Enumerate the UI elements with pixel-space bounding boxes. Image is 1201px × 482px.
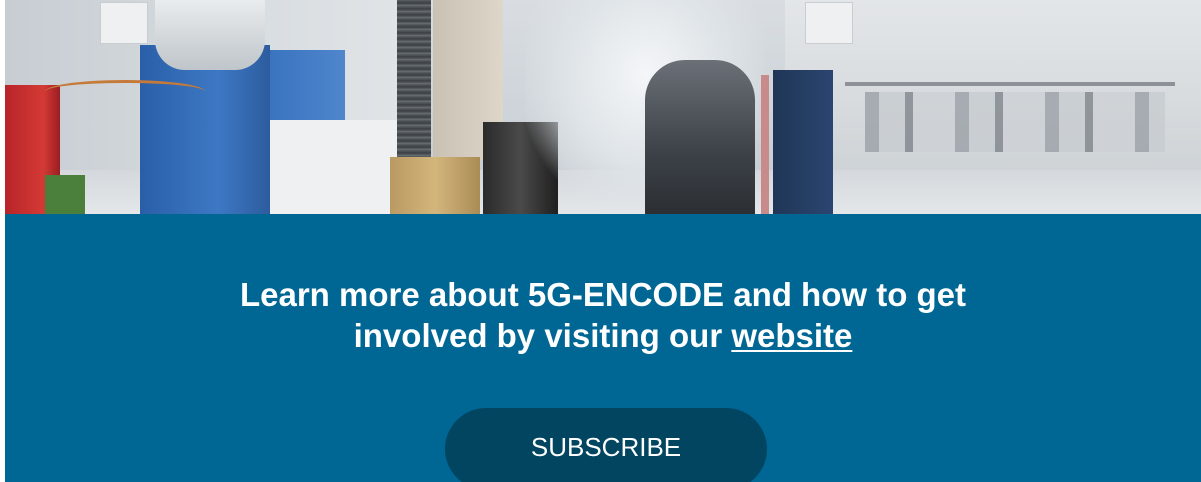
newsletter-footer: Learn more about 5G-ENCODE and how to ge… (5, 0, 1201, 482)
hero-metal-pole (397, 0, 431, 165)
cta-band: Learn more about 5G-ENCODE and how to ge… (5, 214, 1201, 482)
hero-person (645, 60, 755, 214)
hero-wood-block (390, 157, 480, 214)
cta-text-line1: Learn more about 5G-ENCODE and how to ge… (239, 276, 967, 313)
hero-robot-arm (155, 0, 265, 70)
cta-text-line2-prefix: involved by visiting our (353, 317, 732, 354)
subscribe-button[interactable]: SUBSCRIBE (445, 408, 767, 482)
hero-rail (845, 82, 1175, 86)
hero-navy-box (773, 70, 833, 214)
cta-text: Learn more about 5G-ENCODE and how to ge… (5, 274, 1201, 356)
subscribe-button-label: SUBSCRIBE (530, 432, 682, 462)
hero-wall-socket (805, 2, 853, 44)
hero-machines (865, 92, 1165, 152)
hero-green-object (45, 175, 85, 214)
website-link[interactable]: website (731, 317, 852, 354)
hero-white-block (270, 120, 400, 214)
hero-blue-cabinet (140, 45, 270, 214)
hero-pink-stripe (761, 75, 769, 214)
hero-wall-socket (100, 2, 148, 44)
cta-text-line2: involved by visiting our website (5, 315, 1201, 356)
hero-cable (45, 80, 205, 103)
hero-image (5, 0, 1201, 214)
